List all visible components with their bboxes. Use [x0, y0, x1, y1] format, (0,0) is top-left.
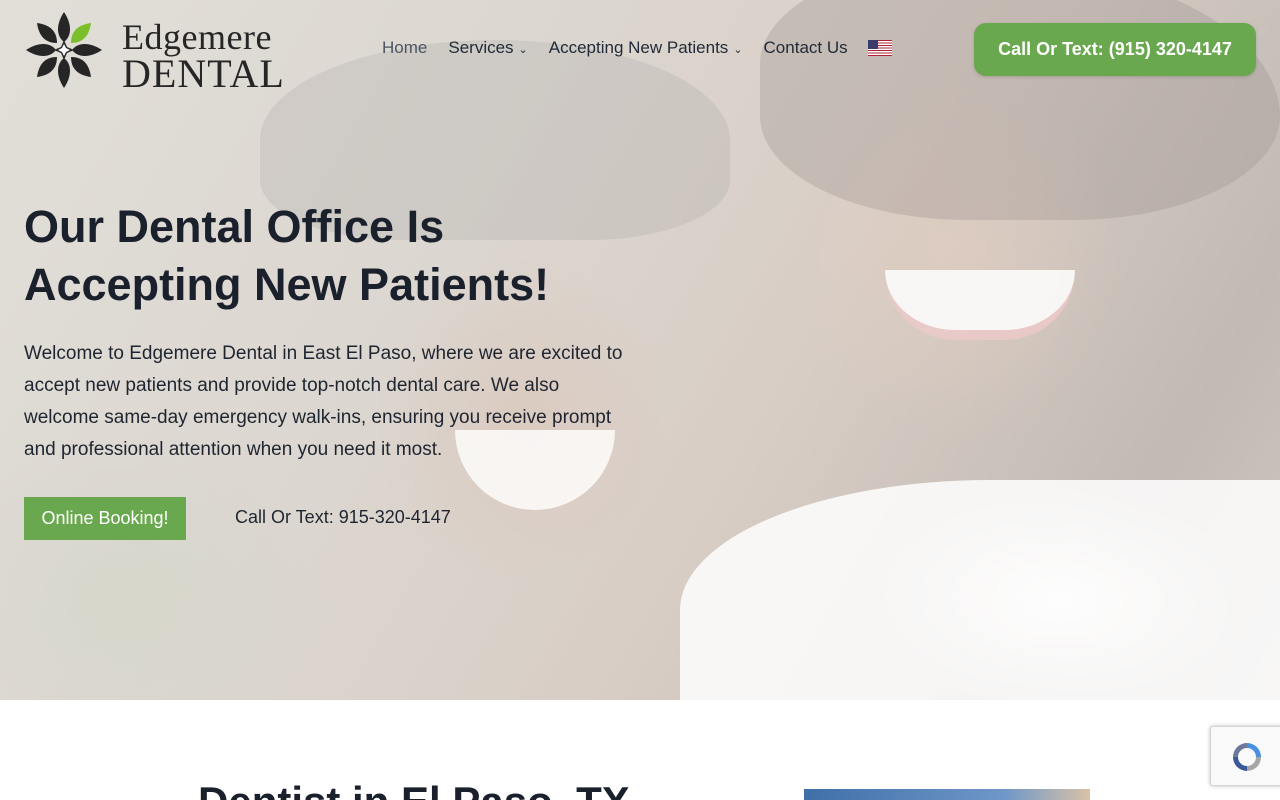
nav-item-contact-us[interactable]: Contact Us [764, 38, 848, 58]
nav-item-services[interactable]: Services ⌄ [448, 38, 527, 58]
logo-text-dental: DENTAL [122, 51, 285, 96]
section-title: Dentist in El Paso, TX [198, 778, 630, 800]
nav-item-home[interactable]: Home [382, 38, 427, 58]
chevron-down-icon: ⌄ [733, 44, 743, 56]
recaptcha-icon [1233, 743, 1261, 771]
nav-item-label: Home [382, 38, 428, 57]
hero-title-line1: Our Dental Office Is [24, 201, 445, 252]
hero-section: Our Dental Office Is Accepting New Patie… [0, 0, 1280, 700]
site-header: Edgemere DENTAL Home Services ⌄ Acceptin… [0, 0, 1280, 100]
flag-canton [867, 40, 878, 49]
hero-description: Welcome to Edgemere Dental in East El Pa… [24, 343, 623, 460]
hero-title-line2: Accepting New Patients! [24, 259, 550, 310]
site-logo[interactable]: Edgemere DENTAL [24, 10, 294, 96]
header-call-button[interactable]: Call Or Text: (915) 320-4147 [974, 23, 1256, 76]
nav-item-label: Accepting New Patients [548, 38, 729, 57]
chevron-down-icon: ⌄ [518, 44, 528, 56]
main-nav: Home Services ⌄ Accepting New Patients ⌄… [382, 38, 892, 58]
us-flag-icon[interactable] [867, 40, 892, 56]
nav-item-label: Contact Us [763, 38, 848, 57]
online-booking-button[interactable]: Online Booking! [24, 497, 186, 540]
hero-title: Our Dental Office Is Accepting New Patie… [24, 198, 664, 314]
nav-item-label: Services [448, 38, 514, 57]
nav-item-accepting-new-patients[interactable]: Accepting New Patients ⌄ [549, 38, 743, 58]
call-text-link[interactable]: Call Or Text: 915-320-4147 [235, 507, 451, 528]
section-image [804, 789, 1090, 800]
logo-flower-icon [26, 12, 102, 88]
recaptcha-badge[interactable] [1210, 726, 1280, 786]
